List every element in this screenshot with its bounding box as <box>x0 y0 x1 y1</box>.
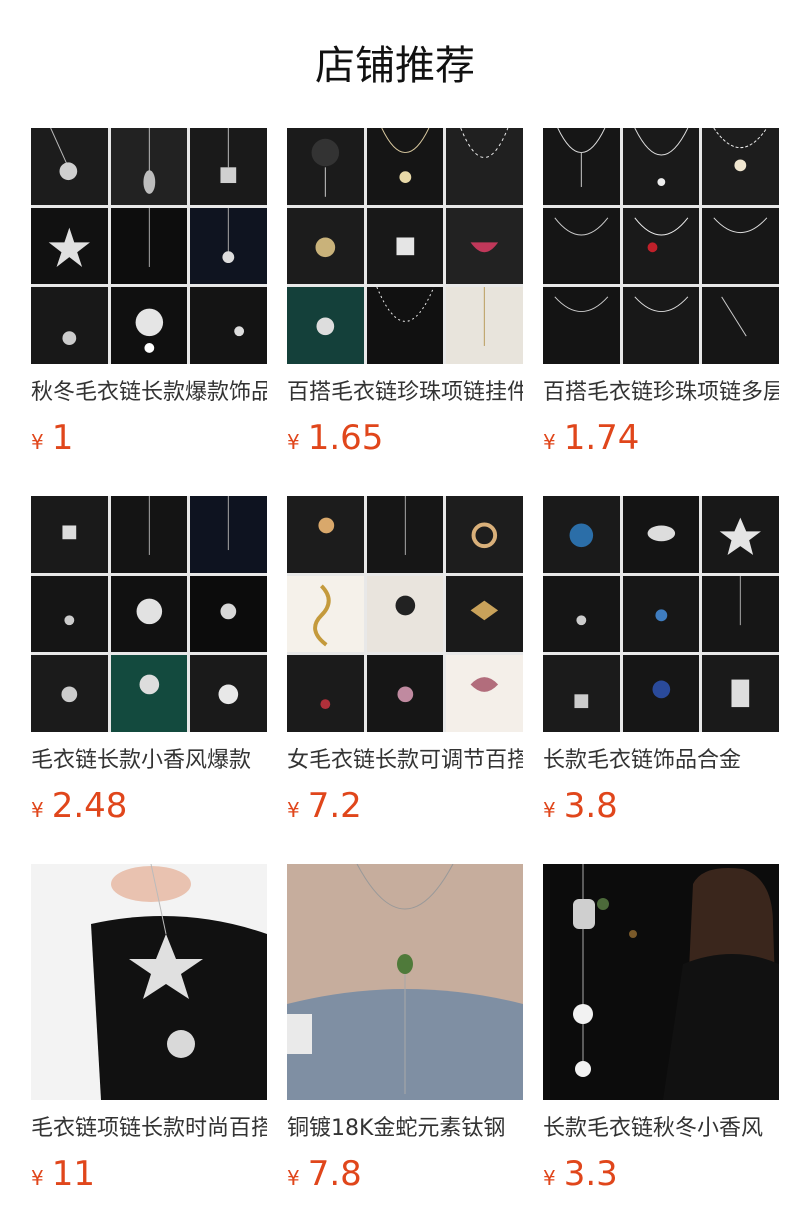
price-value: 7.8 <box>307 1154 362 1194</box>
product-card[interactable]: 女毛衣链长款可调节百搭 ¥7.2 <box>287 496 523 826</box>
price-value: 1 <box>51 418 74 458</box>
product-image[interactable] <box>543 864 779 1100</box>
product-card[interactable]: 长款毛衣链秋冬小香风 ¥3.3 <box>543 864 779 1194</box>
product-image[interactable] <box>287 496 523 732</box>
product-image[interactable] <box>543 128 779 364</box>
page-title: 店铺推荐 <box>315 43 475 89</box>
product-name[interactable]: 铜镀18K金蛇元素钛钢 <box>287 1112 523 1146</box>
product-card[interactable]: 毛衣链长款小香风爆款 ¥2.48 <box>31 496 267 826</box>
currency-symbol: ¥ <box>31 430 44 454</box>
price-value: 11 <box>51 1154 95 1194</box>
product-card[interactable]: 铜镀18K金蛇元素钛钢 ¥7.8 <box>287 864 523 1194</box>
product-price: ¥2.48 <box>31 786 127 826</box>
currency-symbol: ¥ <box>287 798 300 822</box>
price-value: 1.65 <box>307 418 384 458</box>
product-card[interactable]: 毛衣链项链长款时尚百搭 ¥11 <box>31 864 267 1194</box>
currency-symbol: ¥ <box>543 1166 556 1190</box>
product-card[interactable]: 秋冬毛衣链长款爆款饰品 ¥1 <box>31 128 267 458</box>
currency-symbol: ¥ <box>31 1166 44 1190</box>
price-value: 3.8 <box>563 786 618 826</box>
price-value: 3.3 <box>563 1154 618 1194</box>
product-image[interactable] <box>31 496 267 732</box>
product-price: ¥1 <box>31 418 73 458</box>
product-name[interactable]: 女毛衣链长款可调节百搭 <box>287 744 523 778</box>
product-card[interactable]: 百搭毛衣链珍珠项链多层 ¥1.74 <box>543 128 779 458</box>
product-name[interactable]: 百搭毛衣链珍珠项链多层 <box>543 376 779 410</box>
product-card[interactable]: 长款毛衣链饰品合金 ¥3.8 <box>543 496 779 826</box>
product-name[interactable]: 长款毛衣链秋冬小香风 <box>543 1112 779 1146</box>
currency-symbol: ¥ <box>543 798 556 822</box>
currency-symbol: ¥ <box>31 798 44 822</box>
currency-symbol: ¥ <box>543 430 556 454</box>
product-price: ¥3.3 <box>543 1154 618 1194</box>
product-card[interactable]: 百搭毛衣链珍珠项链挂件 ¥1.65 <box>287 128 523 458</box>
product-name[interactable]: 秋冬毛衣链长款爆款饰品 <box>31 376 267 410</box>
product-price: ¥7.2 <box>287 786 362 826</box>
product-image[interactable] <box>287 128 523 364</box>
currency-symbol: ¥ <box>287 1166 300 1190</box>
product-image[interactable] <box>31 864 267 1100</box>
product-price: ¥7.8 <box>287 1154 362 1194</box>
product-name[interactable]: 毛衣链长款小香风爆款 <box>31 744 267 778</box>
product-name[interactable]: 百搭毛衣链珍珠项链挂件 <box>287 376 523 410</box>
price-value: 1.74 <box>563 418 640 458</box>
product-name[interactable]: 毛衣链项链长款时尚百搭 <box>31 1112 267 1146</box>
product-image[interactable] <box>31 128 267 364</box>
product-image[interactable] <box>543 496 779 732</box>
product-price: ¥1.74 <box>543 418 639 458</box>
product-price: ¥1.65 <box>287 418 383 458</box>
product-price: ¥3.8 <box>543 786 618 826</box>
product-price: ¥11 <box>31 1154 95 1194</box>
price-value: 2.48 <box>51 786 128 826</box>
price-value: 7.2 <box>307 786 362 826</box>
currency-symbol: ¥ <box>287 430 300 454</box>
product-name[interactable]: 长款毛衣链饰品合金 <box>543 744 779 778</box>
product-image[interactable] <box>287 864 523 1100</box>
